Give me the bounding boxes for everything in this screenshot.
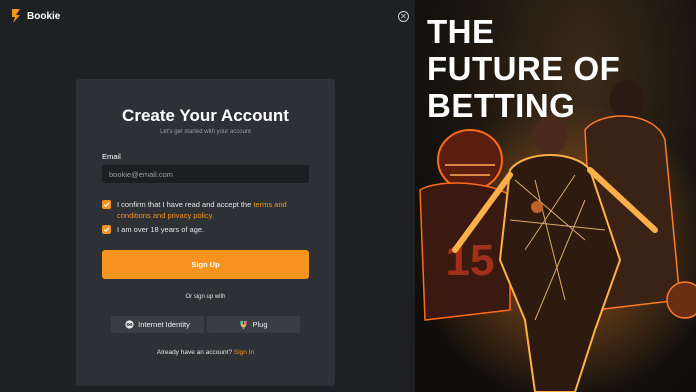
have-account-text: Already have an account? Sign In [76, 349, 335, 356]
app-name: Bookie [27, 10, 61, 22]
email-field[interactable] [102, 165, 309, 183]
plug-icon [240, 320, 248, 329]
svg-text:15: 15 [446, 236, 495, 285]
hero-line: THE [427, 13, 495, 50]
infinity-icon [125, 320, 134, 329]
plug-label: Plug [252, 320, 268, 329]
close-button[interactable]: ✕ [398, 11, 409, 22]
internet-identity-label: Internet Identity [138, 320, 190, 329]
app-logo[interactable]: Bookie [10, 9, 60, 23]
age-label: I am over 18 years of age. [117, 225, 205, 234]
check-icon [103, 227, 110, 233]
bookie-logo-icon [12, 9, 20, 23]
terms-checkbox[interactable] [102, 200, 111, 209]
have-account-label: Already have an account? [156, 349, 234, 356]
sign-up-button[interactable]: Sign Up [102, 250, 309, 279]
email-label: Email [102, 152, 121, 161]
hero-line: FUTURE OF [427, 50, 621, 87]
terms-row: I confirm that I have read and accept th… [102, 199, 312, 221]
internet-identity-button[interactable]: Internet Identity [111, 316, 204, 333]
close-icon: ✕ [400, 11, 407, 21]
age-checkbox[interactable] [102, 225, 111, 234]
terms-label: I confirm that I have read and accept th… [117, 200, 254, 209]
page-subtitle: Let's get started with your account [160, 129, 251, 135]
hero-panel: 15 THE FUTURE OF BETTING [415, 0, 696, 392]
signup-card: Create Your Account Let's get started wi… [76, 79, 335, 386]
age-row: I am over 18 years of age. [102, 224, 312, 235]
page-title: Create Your Account [122, 106, 289, 125]
sign-in-link[interactable]: Sign In [234, 349, 254, 356]
hero-headline: THE FUTURE OF BETTING [427, 13, 620, 124]
signup-panel: Bookie ✕ Create Your Account Let's get s… [0, 0, 415, 392]
or-divider-text: Or sign up with [185, 294, 226, 300]
terms-text: I confirm that I have read and accept th… [117, 199, 312, 221]
plug-button[interactable]: Plug [207, 316, 300, 333]
check-icon [103, 202, 110, 208]
hero-line: BETTING [427, 87, 576, 124]
